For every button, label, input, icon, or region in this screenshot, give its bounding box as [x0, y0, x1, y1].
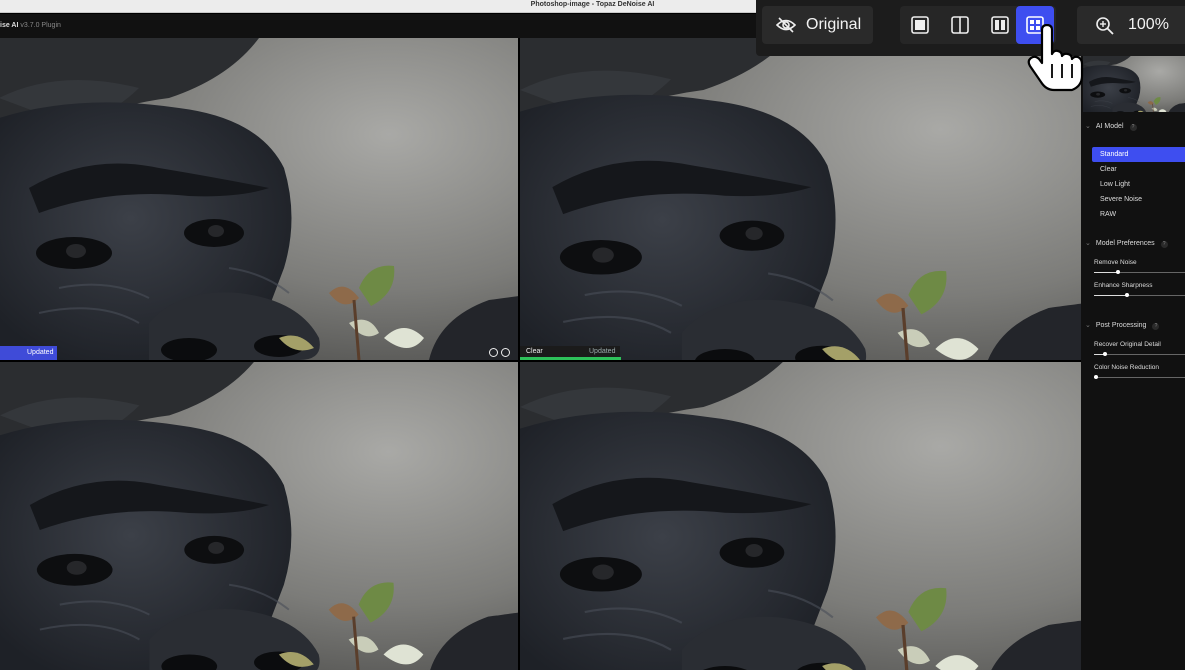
status-label: Updated [589, 348, 616, 355]
gorilla-photo [520, 362, 1081, 670]
section-model-preferences[interactable]: ⌄ Model Preferences? [1085, 239, 1168, 248]
section-title: AI Model [1095, 123, 1124, 130]
slider-fill [1094, 295, 1127, 296]
gorilla-photo [0, 38, 518, 360]
zoom-control[interactable]: 100% [1077, 6, 1185, 44]
split-view-icon [951, 16, 969, 34]
zoom-in-icon [1096, 17, 1114, 35]
model-label: Clear [526, 348, 543, 355]
frown-icon[interactable] [501, 348, 510, 357]
settings-panel: ⌄ AI Model? Standard Clear Low Light Seve… [1081, 38, 1185, 670]
eye-slash-icon [776, 17, 796, 33]
slider-knob[interactable] [1124, 293, 1129, 297]
pane-icons [489, 348, 510, 357]
original-label: Original [806, 16, 862, 33]
preview-pane-original[interactable]: Updated [0, 38, 518, 360]
preview-pane-3[interactable] [0, 362, 518, 670]
slider-knob[interactable] [1093, 375, 1098, 379]
slider-knob[interactable] [1115, 270, 1120, 274]
model-item-standard[interactable]: Standard [1092, 147, 1185, 162]
help-icon[interactable]: ? [1152, 323, 1160, 330]
app-name: ise AI v3.7.0 Plugin [0, 22, 61, 29]
model-item-clear[interactable]: Clear [1092, 162, 1185, 177]
slider-fill [1094, 272, 1118, 273]
help-icon[interactable]: ? [1160, 241, 1168, 248]
recover-detail-slider[interactable] [1094, 352, 1185, 356]
section-ai-model[interactable]: ⌄ AI Model? [1085, 122, 1137, 131]
enhance-sharpness-label: Enhance Sharpness [1094, 282, 1153, 289]
remove-noise-label: Remove Noise [1094, 259, 1137, 266]
progress-bar [520, 357, 621, 360]
chevron-down-icon: ⌄ [1085, 123, 1091, 130]
model-item-low-light[interactable]: Low Light [1092, 177, 1185, 192]
original-toggle-button[interactable]: Original [762, 6, 873, 44]
help-icon[interactable]: ? [1129, 124, 1137, 131]
enhance-sharpness-slider[interactable] [1094, 293, 1185, 297]
section-post-processing[interactable]: ⌄ Post Processing? [1085, 321, 1160, 330]
preview-pane-clear[interactable]: Clear Updated [520, 38, 1081, 360]
smile-icon[interactable] [489, 348, 498, 357]
status-badge: Updated [0, 346, 57, 360]
gorilla-photo [0, 362, 518, 670]
slider-knob[interactable] [1102, 352, 1107, 356]
split-view-button[interactable] [942, 6, 978, 44]
view-toolbar: Original 100% [756, 0, 1185, 56]
app-name-text: ise AI [0, 22, 19, 29]
chevron-down-icon: ⌄ [1085, 322, 1091, 329]
navigator-thumbnail[interactable] [1083, 56, 1185, 112]
preview-pane-4[interactable] [520, 362, 1081, 670]
side-by-side-view-button[interactable] [982, 6, 1018, 44]
model-item-severe-noise[interactable]: Severe Noise [1092, 192, 1185, 207]
recover-detail-label: Recover Original Detail [1094, 341, 1161, 348]
chevron-down-icon: ⌄ [1085, 240, 1091, 247]
hand-pointer-icon [1027, 24, 1084, 92]
model-label-bar: Clear Updated [520, 346, 621, 360]
side-by-side-view-icon [991, 16, 1009, 34]
single-view-icon [911, 16, 929, 34]
ai-model-list: Standard Clear Low Light Severe Noise RA… [1092, 147, 1185, 222]
zoom-level: 100% [1128, 16, 1169, 33]
section-title: Post Processing [1095, 322, 1147, 329]
section-title: Model Preferences [1095, 240, 1155, 247]
thumbnail-image [1083, 56, 1185, 112]
color-noise-label: Color Noise Reduction [1094, 364, 1160, 371]
model-item-raw[interactable]: RAW [1092, 207, 1185, 222]
remove-noise-slider[interactable] [1094, 270, 1185, 274]
app-version: v3.7.0 Plugin [20, 22, 61, 29]
gorilla-photo [520, 38, 1081, 360]
single-view-button[interactable] [902, 6, 938, 44]
color-noise-slider[interactable] [1093, 375, 1185, 379]
